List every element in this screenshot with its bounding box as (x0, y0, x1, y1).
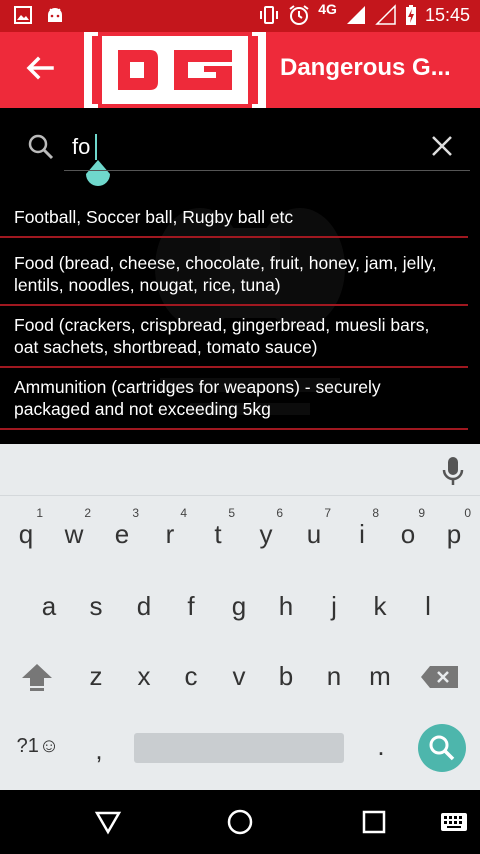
network-type-label: 4G (318, 1, 337, 17)
key-i[interactable]: 8i (339, 504, 385, 564)
clock-time: 15:45 (424, 4, 470, 25)
alarm-icon (289, 5, 309, 25)
key-y[interactable]: 6y (243, 504, 289, 564)
back-triangle-icon[interactable] (94, 808, 122, 836)
list-item[interactable]: Football, Soccer ball, Rugby ball etc (0, 198, 468, 238)
key-k[interactable]: k (357, 576, 403, 636)
key-f[interactable]: f (168, 576, 214, 636)
search-input[interactable] (72, 130, 412, 164)
close-icon[interactable] (430, 134, 454, 158)
spacebar[interactable] (134, 733, 344, 763)
key-v[interactable]: v (216, 646, 262, 706)
key-q[interactable]: 1q (3, 504, 49, 564)
key-g[interactable]: g (216, 576, 262, 636)
list-item[interactable]: Food (crackers, crispbread, gingerbread,… (0, 306, 468, 368)
key-j[interactable]: j (311, 576, 357, 636)
search-bar (0, 108, 480, 186)
result-text: packaged and not exceeding 5kg (14, 399, 271, 419)
results-list: Football, Soccer ball, Rugby ball etc Fo… (0, 198, 480, 430)
key-t[interactable]: 5t (195, 504, 241, 564)
cursor-handle[interactable] (84, 160, 112, 194)
key-d[interactable]: d (121, 576, 167, 636)
backspace-icon[interactable] (420, 664, 460, 690)
key-h[interactable]: h (263, 576, 309, 636)
keyboard-switch-icon[interactable] (440, 812, 468, 832)
gallery-icon (14, 6, 32, 24)
back-arrow-icon[interactable] (22, 50, 58, 86)
key-o[interactable]: 9o (385, 504, 431, 564)
dg-logo (84, 32, 266, 108)
microphone-icon[interactable] (440, 456, 466, 486)
home-circle-icon[interactable] (226, 808, 254, 836)
search-content: Football, Soccer ball, Rugby ball etc Fo… (0, 108, 480, 444)
search-action-button[interactable] (418, 724, 466, 772)
keyboard-row-2: a s d f g h j k l (0, 576, 480, 640)
search-underline (64, 170, 470, 171)
key-b[interactable]: b (263, 646, 309, 706)
result-text: Food (crackers, crispbread, gingerbread,… (14, 315, 430, 335)
recents-square-icon[interactable] (360, 808, 388, 836)
result-text: Food (bread, cheese, chocolate, fruit, h… (14, 253, 437, 273)
app-bar: Dangerous G... (0, 32, 480, 108)
search-icon (429, 735, 455, 761)
key-x[interactable]: x (121, 646, 167, 706)
key-u[interactable]: 7u (291, 504, 337, 564)
key-a[interactable]: a (26, 576, 72, 636)
signal-icon (346, 6, 365, 24)
text-cursor (95, 134, 97, 160)
key-r[interactable]: 4r (147, 504, 193, 564)
search-icon (28, 134, 54, 160)
key-p[interactable]: 0p (431, 504, 477, 564)
list-item[interactable]: Ammunition (cartridges for weapons) - se… (0, 368, 468, 430)
keyboard-suggestion-strip (0, 444, 480, 496)
navigation-bar (0, 790, 480, 854)
key-l[interactable]: l (405, 576, 451, 636)
symbols-key[interactable]: ?1☺ (12, 716, 64, 776)
result-text: Ammunition (cartridges for weapons) - se… (14, 377, 381, 397)
key-period[interactable]: . (358, 716, 404, 776)
keyboard-row-1: 1q 2w 3e 4r 5t 6y 7u 8i 9o 0p (0, 504, 480, 568)
keyboard-row-3: z x c v b n m (0, 646, 480, 710)
status-bar: 4G 15:45 (0, 0, 480, 32)
key-n[interactable]: n (311, 646, 357, 706)
key-m[interactable]: m (357, 646, 403, 706)
key-c[interactable]: c (168, 646, 214, 706)
signal-empty-icon (375, 4, 396, 25)
battery-charging-icon (405, 5, 416, 25)
vibrate-icon (260, 6, 279, 24)
soft-keyboard: 1q 2w 3e 4r 5t 6y 7u 8i 9o 0p a s d f g … (0, 444, 480, 790)
list-item[interactable]: Food (bread, cheese, chocolate, fruit, h… (0, 244, 468, 306)
key-z[interactable]: z (73, 646, 119, 706)
result-text: Football, Soccer ball, Rugby ball etc (14, 207, 294, 227)
android-icon (48, 8, 62, 22)
key-w[interactable]: 2w (51, 504, 97, 564)
app-title: Dangerous G... (280, 54, 451, 81)
result-text: oat sachets, shortbread, tomato sauce) (14, 337, 318, 357)
key-comma[interactable]: , (76, 720, 122, 780)
shift-icon[interactable] (14, 662, 60, 692)
result-text: lentils, noodles, nougat, rice, tuna) (14, 275, 281, 295)
key-e[interactable]: 3e (99, 504, 145, 564)
key-s[interactable]: s (73, 576, 119, 636)
